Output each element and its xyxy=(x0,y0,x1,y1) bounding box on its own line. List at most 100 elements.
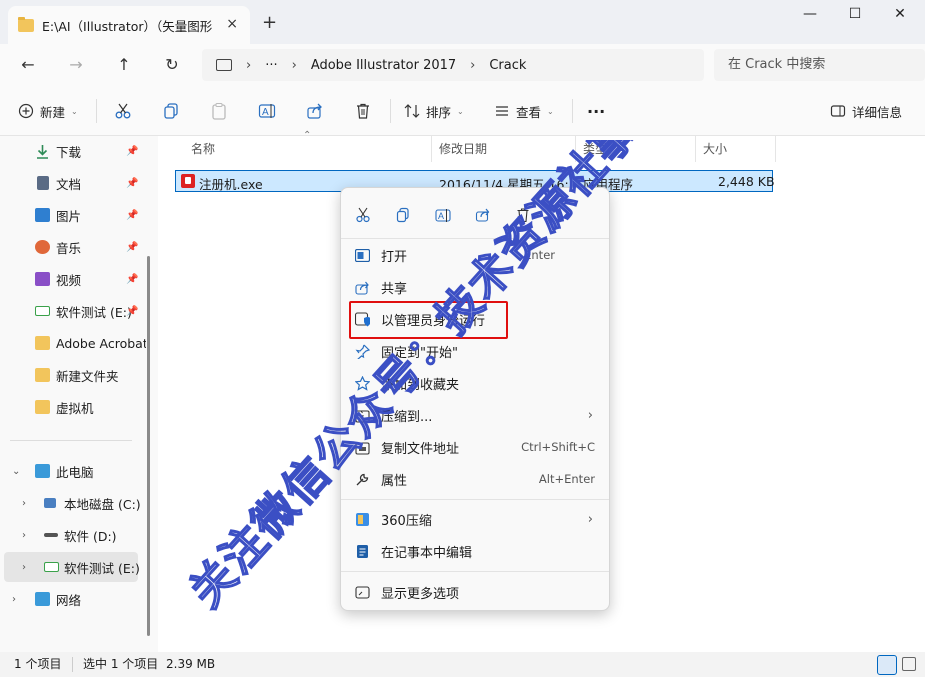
breadcrumb-item[interactable]: Adobe Illustrator 2017 xyxy=(311,58,456,73)
sidebar-item-videos[interactable]: 视频 📌 xyxy=(0,264,150,294)
sidebar-item-drive-d[interactable]: › 软件 (D:) xyxy=(0,520,150,550)
chevron-right-icon[interactable]: › xyxy=(22,498,26,509)
menu-item-add-favorites[interactable]: 添加到收藏夹 xyxy=(341,367,609,399)
sidebar-item-pictures[interactable]: 图片 📌 xyxy=(0,200,150,230)
file-name: 注册机.exe xyxy=(199,177,263,192)
sidebar-item-network[interactable]: › 网络 xyxy=(0,584,150,614)
tab-title: E:\AI（Illustrator）（矢量图形 xyxy=(42,18,213,34)
copy-icon[interactable] xyxy=(162,100,186,122)
menu-item-label: 在记事本中编辑 xyxy=(381,545,473,561)
cut-icon[interactable] xyxy=(114,100,138,122)
chevron-right-icon[interactable]: › xyxy=(12,594,16,605)
column-date[interactable]: 修改日期 xyxy=(439,136,487,162)
refresh-icon[interactable]: ↻ xyxy=(160,55,184,74)
sidebar-item-download[interactable]: 下载 📌 xyxy=(0,136,150,166)
minimize-button[interactable]: — xyxy=(790,6,830,26)
close-window-button[interactable]: ✕ xyxy=(880,6,920,26)
context-menu-quick-actions: A xyxy=(341,200,609,230)
breadcrumb[interactable]: › ··· › Adobe Illustrator 2017 › Crack xyxy=(202,49,704,81)
paste-icon[interactable] xyxy=(210,100,234,122)
sidebar-scrollbar[interactable] xyxy=(147,256,150,636)
sort-button[interactable]: 排序 ⌄ xyxy=(404,100,464,122)
sidebar-item-music[interactable]: 音乐 📌 xyxy=(0,232,150,262)
menu-item-compress-to[interactable]: 压缩到... › xyxy=(341,399,609,431)
chevron-right-icon: › xyxy=(587,407,593,423)
sidebar-item-vm[interactable]: 虚拟机 xyxy=(0,392,150,422)
menu-item-edit-notepad[interactable]: 在记事本中编辑 xyxy=(341,535,609,567)
up-icon[interactable]: ↑ xyxy=(112,55,136,74)
selected-count: 选中 1 个项目 xyxy=(83,657,159,671)
details-view-icon[interactable] xyxy=(877,655,897,675)
cut-icon[interactable] xyxy=(352,204,374,226)
chevron-right-icon: › xyxy=(246,57,252,73)
delete-icon[interactable] xyxy=(354,100,378,122)
svg-text:A: A xyxy=(262,107,269,118)
share-icon[interactable] xyxy=(472,204,494,226)
breadcrumb-more[interactable]: ··· xyxy=(265,58,277,73)
menu-item-show-more[interactable]: 显示更多选项 xyxy=(341,576,609,608)
menu-item-label: 复制文件地址 xyxy=(381,441,460,457)
delete-icon[interactable] xyxy=(512,204,534,226)
view-button[interactable]: 查看 ⌄ xyxy=(494,100,554,122)
file-size: 2,448 KB xyxy=(718,174,775,189)
chevron-down-icon[interactable]: ⌄ xyxy=(12,466,20,477)
folder-icon xyxy=(35,400,50,414)
details-label: 详细信息 xyxy=(852,104,903,120)
menu-item-label: 压缩到... xyxy=(381,409,433,425)
menu-item-open[interactable]: 打开 Enter xyxy=(341,239,609,271)
menu-item-share[interactable]: 共享 xyxy=(341,271,609,303)
chevron-right-icon[interactable]: › xyxy=(22,530,26,541)
pin-icon: 📌 xyxy=(126,305,139,317)
picture-icon xyxy=(35,208,50,222)
maximize-button[interactable]: ☐ xyxy=(835,6,875,26)
notepad-icon xyxy=(354,543,370,559)
forward-icon[interactable]: → xyxy=(64,55,88,74)
more-icon[interactable]: ··· xyxy=(587,100,605,122)
sidebar-item-label: 网络 xyxy=(56,592,82,608)
sidebar-item-drive-c[interactable]: › 本地磁盘 (C:) xyxy=(0,488,150,518)
menu-item-label: 显示更多选项 xyxy=(381,586,460,602)
column-type[interactable]: 类型 xyxy=(583,136,607,162)
sidebar-item-label: 软件测试 (E:) xyxy=(56,304,132,320)
network-icon xyxy=(35,592,50,606)
copy-icon[interactable] xyxy=(392,204,414,226)
sort-icon xyxy=(404,104,420,118)
tab-current[interactable]: E:\AI（Illustrator）（矢量图形 × xyxy=(8,6,250,44)
drive-icon xyxy=(44,562,59,572)
search-input[interactable]: 在 Crack 中搜索 xyxy=(714,49,925,81)
menu-item-360-compress[interactable]: 360压缩 › xyxy=(341,503,609,535)
rename-icon[interactable]: A xyxy=(432,204,454,226)
video-icon xyxy=(35,272,50,286)
sidebar-item-documents[interactable]: 文档 📌 xyxy=(0,168,150,198)
back-icon[interactable]: ← xyxy=(16,55,40,74)
share-icon[interactable] xyxy=(306,100,330,122)
tab-close-icon[interactable]: × xyxy=(226,16,238,32)
folder-icon xyxy=(18,16,34,32)
menu-item-shortcut: Enter xyxy=(524,248,555,262)
sidebar-item-label: 图片 xyxy=(56,208,82,224)
menu-item-copy-path[interactable]: 复制文件地址 Ctrl+Shift+C xyxy=(341,431,609,463)
tiles-view-icon[interactable] xyxy=(902,657,916,671)
breadcrumb-item[interactable]: Crack xyxy=(489,58,526,73)
plus-circle-icon xyxy=(18,103,34,119)
download-icon xyxy=(35,144,50,159)
sidebar-item-drive-e[interactable]: 软件测试 (E:) 📌 xyxy=(0,296,150,326)
chevron-right-icon[interactable]: › xyxy=(22,562,26,573)
new-button[interactable]: 新建 ⌄ xyxy=(18,100,78,122)
sidebar-item-label: Adobe Acrobat xyxy=(56,335,146,351)
sidebar-item-this-pc[interactable]: ⌄ 此电脑 xyxy=(0,456,150,486)
column-name[interactable]: 名称 xyxy=(191,136,215,162)
menu-item-pin-start[interactable]: 固定到"开始" xyxy=(341,335,609,367)
menu-item-shortcut: Alt+Enter xyxy=(538,472,595,486)
rename-icon[interactable]: A xyxy=(258,100,282,122)
new-tab-button[interactable]: + xyxy=(262,12,277,33)
sidebar-item-adobe-acrobat[interactable]: Adobe Acrobat xyxy=(0,328,150,358)
details-button[interactable]: 详细信息 xyxy=(830,100,902,122)
sidebar-item-drive-e-selected[interactable]: › 软件测试 (E:) xyxy=(4,552,140,582)
column-size[interactable]: 大小 xyxy=(703,136,727,162)
menu-item-properties[interactable]: 属性 Alt+Enter xyxy=(341,463,609,495)
folder-icon xyxy=(35,368,50,382)
sidebar-item-label: 软件 (D:) xyxy=(64,528,117,544)
menu-item-shortcut: Ctrl+Shift+C xyxy=(521,440,595,454)
sidebar-item-new-folder[interactable]: 新建文件夹 xyxy=(0,360,150,390)
